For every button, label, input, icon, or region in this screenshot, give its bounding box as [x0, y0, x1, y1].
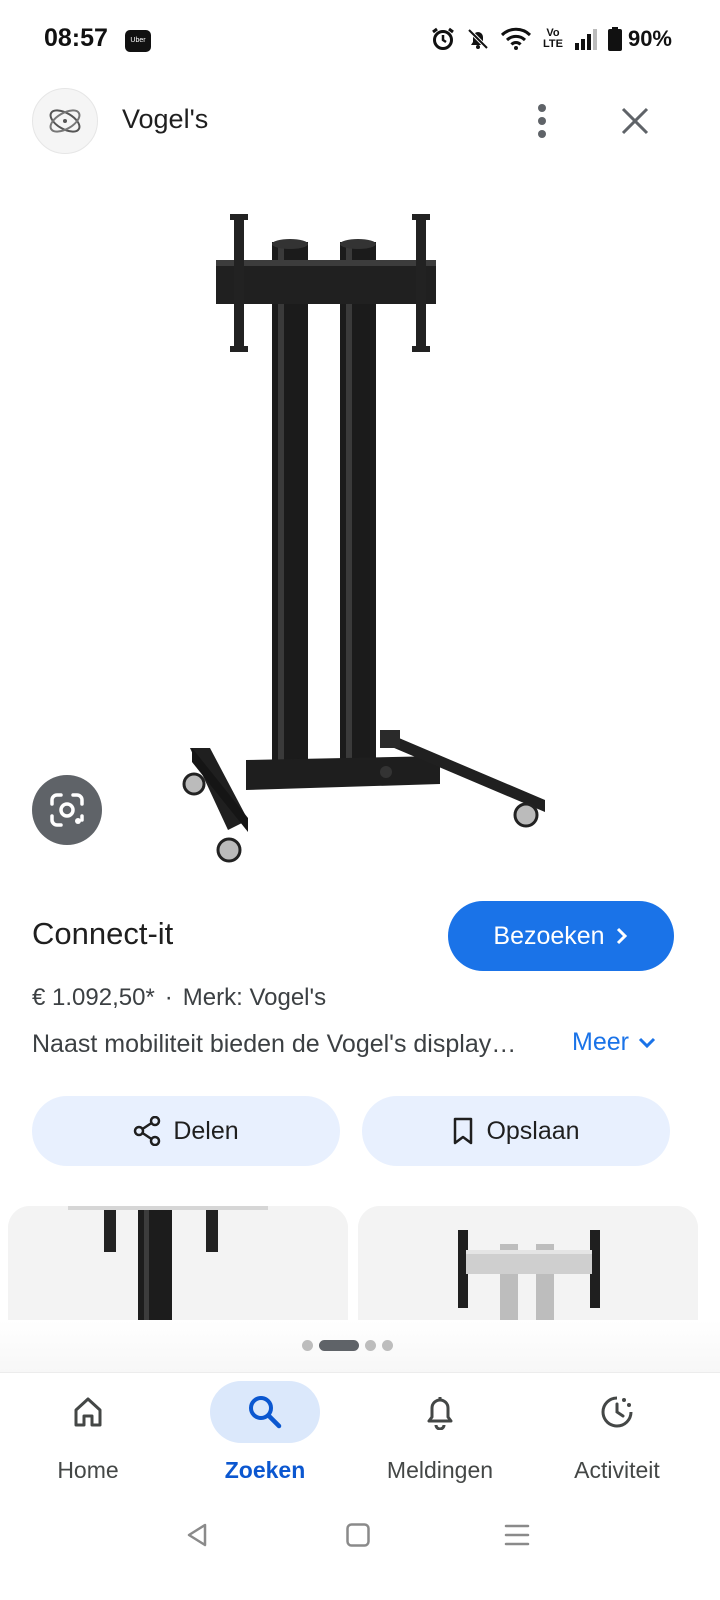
visit-button[interactable]: Bezoeken: [448, 901, 674, 971]
volte-icon: Vo LTE: [542, 27, 563, 50]
save-button[interactable]: Opslaan: [362, 1096, 670, 1166]
system-home-button[interactable]: [333, 1510, 383, 1560]
bell-off-icon: [467, 28, 489, 50]
menu-lines-icon: [504, 1524, 530, 1546]
page-dot-active[interactable]: [319, 1340, 359, 1351]
site-name: Vogel's: [122, 104, 209, 134]
nav-home[interactable]: Home: [3, 1381, 173, 1491]
status-time: 08:57: [44, 24, 108, 52]
nav-notifications-label: Meldingen: [386, 1457, 494, 1483]
nav-search[interactable]: Zoeken: [180, 1381, 350, 1491]
home-icon: [74, 1397, 102, 1427]
nav-notifications[interactable]: Meldingen: [355, 1381, 525, 1491]
bookmark-icon: [454, 1117, 473, 1145]
bell-icon: [427, 1397, 453, 1430]
page-dot[interactable]: [302, 1340, 313, 1351]
nav-activity-label: Activiteit: [574, 1457, 660, 1483]
product-description: Naast mobiliteit bieden de Vogel's displ…: [32, 1030, 517, 1058]
close-button[interactable]: [612, 98, 658, 144]
status-bar: 08:57 Uber Vo LTE 90%: [0, 0, 720, 84]
back-triangle-icon: [187, 1523, 207, 1547]
close-icon: [621, 107, 649, 135]
signal-icon: [574, 29, 597, 50]
more-description-button[interactable]: Meer: [572, 1028, 657, 1057]
product-image[interactable]: [150, 200, 570, 870]
logo-icon: [49, 109, 81, 133]
nav-home-icon-wrap: [33, 1381, 143, 1443]
more-vert-icon: [538, 104, 546, 138]
brand-label: Merk: Vogel's: [182, 984, 327, 1011]
related-thumbnail-silver: [358, 1206, 698, 1322]
chevron-right-icon: [616, 927, 627, 945]
wifi-icon: [500, 27, 532, 50]
related-image-2[interactable]: [358, 1206, 698, 1322]
square-home-icon: [346, 1523, 370, 1547]
nav-search-icon-wrap: [210, 1381, 320, 1443]
alarm-icon: [432, 27, 454, 50]
activity-icon: [601, 1396, 633, 1428]
more-label: Meer: [572, 1028, 629, 1056]
status-icons: Vo LTE 90%: [430, 26, 672, 52]
share-icon: [134, 1116, 161, 1146]
bottom-navigation: Home Zoeken Meldingen Activiteit: [0, 1372, 720, 1500]
header: Vogel's: [0, 84, 720, 164]
save-label: Opslaan: [486, 1116, 580, 1145]
visit-button-label: Bezoeken: [493, 921, 605, 950]
nav-activity-icon-wrap: [562, 1381, 672, 1443]
carousel-pagination[interactable]: [302, 1340, 393, 1351]
nav-notifications-icon-wrap: [385, 1381, 495, 1443]
share-button[interactable]: Delen: [32, 1096, 340, 1166]
nav-home-label: Home: [57, 1457, 119, 1483]
page-dot[interactable]: [365, 1340, 376, 1351]
price: € 1.092,50*: [32, 984, 155, 1011]
nav-search-label: Zoeken: [224, 1457, 306, 1483]
page-dot[interactable]: [382, 1340, 393, 1351]
separator-dot: ·: [164, 984, 173, 1011]
price-line: € 1.092,50* · Merk: Vogel's: [32, 984, 326, 1012]
system-back-button[interactable]: [172, 1510, 222, 1560]
uber-notification-icon: Uber: [125, 30, 151, 52]
more-options-button[interactable]: [522, 98, 562, 144]
search-icon: [249, 1396, 282, 1429]
share-label: Delen: [173, 1116, 239, 1145]
related-image-1[interactable]: [8, 1206, 348, 1322]
lens-icon: [50, 793, 84, 827]
system-recents-button[interactable]: [492, 1510, 542, 1560]
system-navigation-bar: [0, 1500, 720, 1600]
chevron-down-icon: [638, 1037, 656, 1048]
product-title: Connect-it: [32, 916, 174, 951]
battery-percentage: 90%: [627, 26, 672, 51]
battery-icon: [607, 27, 622, 51]
google-lens-button[interactable]: [32, 775, 102, 845]
related-thumbnail-black: [8, 1206, 348, 1322]
nav-activity[interactable]: Activiteit: [532, 1381, 702, 1491]
vogels-logo[interactable]: [32, 88, 98, 154]
